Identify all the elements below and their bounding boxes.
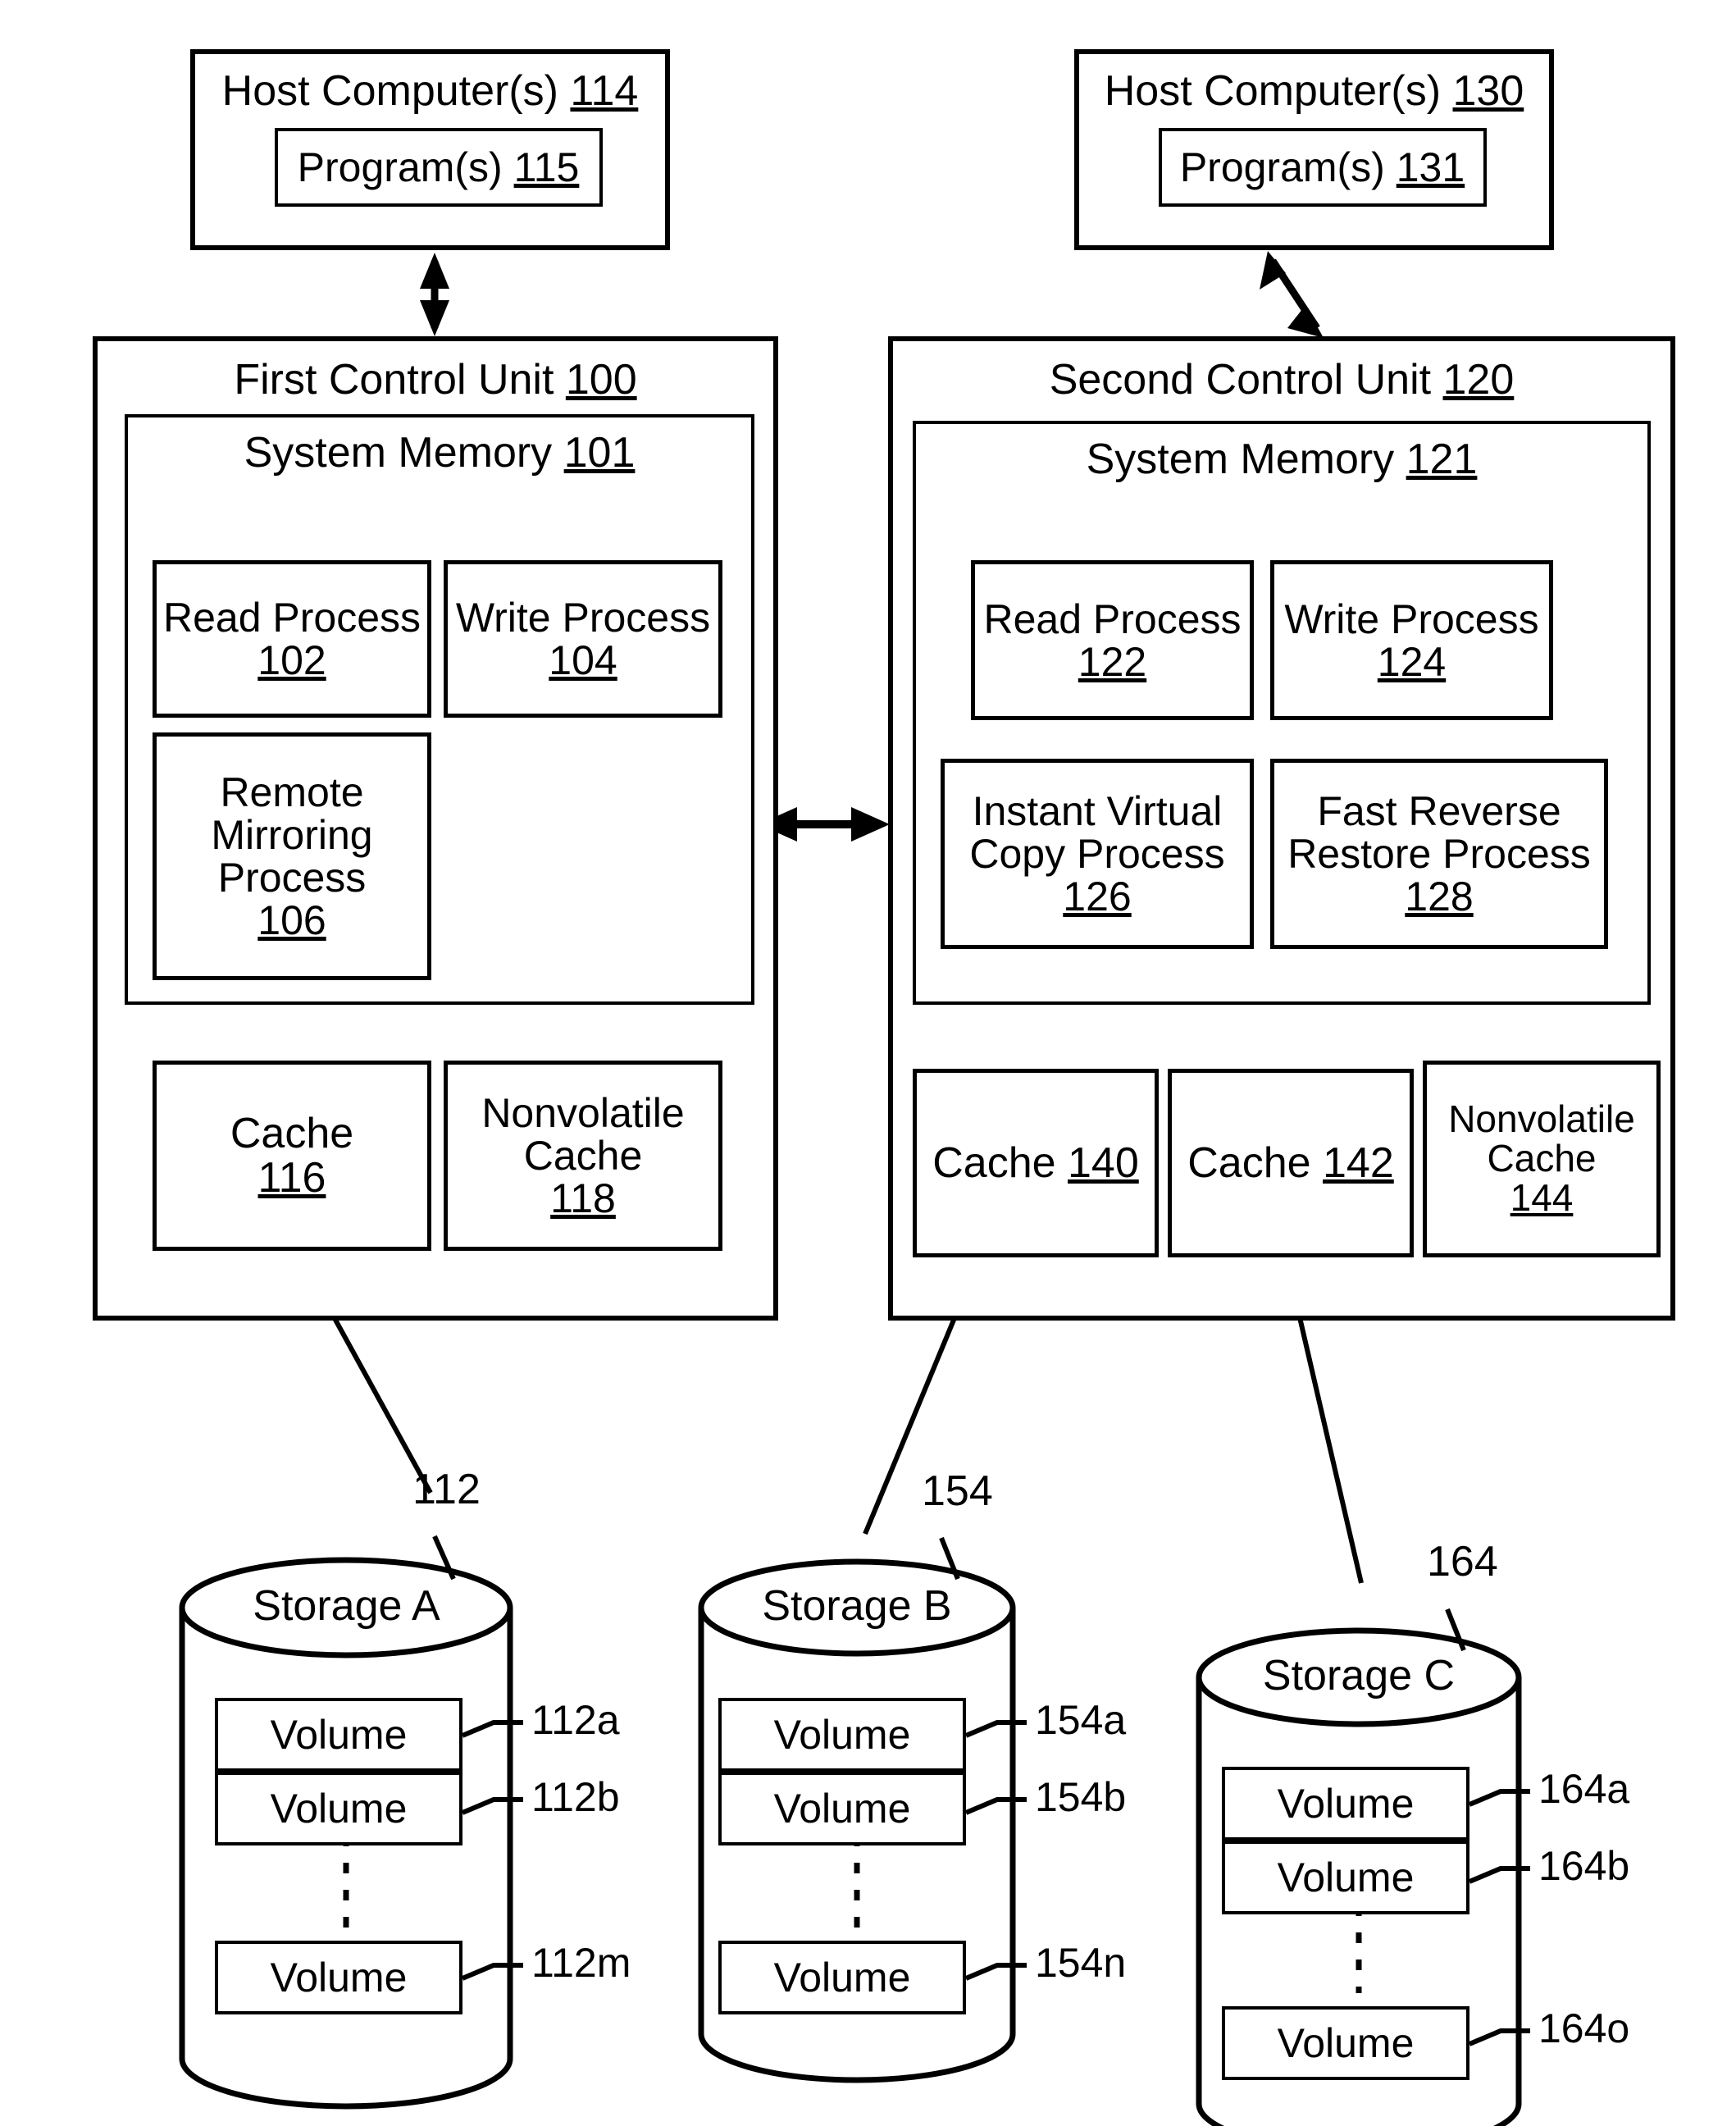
cache-116-label: Cache	[230, 1109, 354, 1157]
nonvolatile-cache-144-ref: 144	[1510, 1175, 1574, 1219]
program-left-box: Program(s) 115	[274, 128, 603, 208]
instant-virtual-copy-process-126-box: Instant Virtual Copy Process 126	[941, 759, 1254, 949]
fast-reverse-restore-line1: Fast Reverse	[1317, 788, 1561, 834]
cache-116-box: Cache 116	[153, 1061, 431, 1251]
storage-a-volume-2-ref: 112b	[531, 1774, 620, 1820]
storage-c-volume-2: Volume	[1222, 1841, 1469, 1914]
storage-c-volume-1-ref: 164a	[1538, 1766, 1630, 1812]
storage-a-volume-2: Volume	[215, 1772, 462, 1845]
storage-a-volume-1: Volume	[215, 1698, 462, 1772]
remote-mirroring-line1: Remote	[220, 769, 364, 815]
storage-a-volume-last: Volume	[215, 1941, 462, 2014]
remote-mirroring-process-106-ref: 106	[257, 897, 326, 943]
nonvolatile-cache-118-line1: Nonvolatile	[481, 1090, 685, 1136]
instant-virtual-copy-line1: Instant Virtual	[972, 788, 1223, 834]
host-left-title: Host Computer(s) 114	[221, 67, 639, 115]
remote-mirroring-line2: Mirroring	[211, 812, 373, 858]
storage-b-volume-2-ref: 154b	[1035, 1774, 1127, 1820]
read-process-122-ref: 122	[1078, 638, 1147, 685]
read-process-102-ref: 102	[257, 637, 326, 683]
storage-a-label: Storage A	[253, 1582, 440, 1630]
nonvolatile-cache-144-box: Nonvolatile Cache 144	[1423, 1061, 1661, 1257]
remote-mirroring-process-106-box: Remote Mirroring Process 106	[153, 732, 431, 980]
cache-140-label: Cache 140	[932, 1138, 1139, 1187]
read-process-102-label: Read Process	[162, 595, 421, 641]
storage-c-label: Storage C	[1262, 1652, 1456, 1699]
storage-a-ref: 112	[412, 1466, 481, 1513]
cache-116-ref: 116	[257, 1154, 326, 1202]
host-computer-right-box: Host Computer(s) 130 Program(s) 131	[1074, 49, 1554, 250]
cache-142-box: Cache 142	[1168, 1069, 1414, 1257]
storage-c-volume-last-ref: 164o	[1538, 2005, 1630, 2051]
arrow-cu1-to-cu2	[759, 807, 890, 842]
fast-reverse-restore-line2: Restore Process	[1287, 831, 1591, 877]
storage-a-volume-last-ref: 112m	[531, 1940, 631, 1986]
write-process-124-box: Write Process 124	[1270, 560, 1553, 720]
read-process-102-box: Read Process 102	[153, 560, 431, 718]
remote-mirroring-line3: Process	[217, 855, 367, 901]
write-process-104-ref: 104	[549, 637, 617, 683]
nonvolatile-cache-144-line2: Cache	[1487, 1137, 1597, 1180]
system-memory-101-title: System Memory 101	[244, 429, 636, 477]
storage-b-volume-2: Volume	[718, 1772, 966, 1845]
read-process-122-box: Read Process 122	[971, 560, 1254, 720]
cache-142-label: Cache 142	[1187, 1138, 1394, 1187]
nonvolatile-cache-118-ref: 118	[550, 1175, 616, 1221]
storage-b-volume-1-ref: 154a	[1035, 1697, 1127, 1743]
program-right-label: Program(s) 131	[1179, 144, 1465, 191]
write-process-104-label: Write Process	[455, 595, 711, 641]
storage-b-ref: 154	[922, 1467, 993, 1515]
storage-c-ref: 164	[1427, 1538, 1498, 1585]
storage-c-volume-2-ref: 164b	[1538, 1843, 1630, 1889]
nonvolatile-cache-144-line1: Nonvolatile	[1448, 1097, 1635, 1141]
storage-b-volume-last-ref: 154n	[1035, 1940, 1127, 1986]
system-memory-121-title: System Memory 121	[1086, 436, 1478, 483]
fast-reverse-restore-process-128-ref: 128	[1405, 874, 1474, 919]
write-process-104-box: Write Process 104	[444, 560, 722, 718]
storage-a-volume-1-ref: 112a	[531, 1697, 620, 1743]
storage-c-volume-last: Volume	[1222, 2006, 1469, 2080]
storage-b-label: Storage B	[762, 1582, 952, 1630]
instant-virtual-copy-line2: Copy Process	[969, 831, 1225, 877]
storage-c-volume-1: Volume	[1222, 1767, 1469, 1841]
arrow-host-right-to-cu2	[1260, 251, 1324, 338]
nonvolatile-cache-118-line2: Cache	[523, 1133, 643, 1179]
write-process-124-ref: 124	[1377, 638, 1447, 685]
fast-reverse-restore-process-128-box: Fast Reverse Restore Process 128	[1270, 759, 1608, 949]
storage-b-volume-last: Volume	[718, 1941, 966, 2014]
second-control-unit-title: Second Control Unit 120	[1049, 356, 1515, 404]
nonvolatile-cache-118-box: Nonvolatile Cache 118	[444, 1061, 722, 1251]
arrow-host-left-to-cu1	[420, 253, 449, 336]
storage-b-volume-1: Volume	[718, 1698, 966, 1772]
program-right-box: Program(s) 131	[1158, 128, 1487, 208]
host-computer-left-box: Host Computer(s) 114 Program(s) 115	[190, 49, 670, 250]
program-left-label: Program(s) 115	[297, 144, 580, 191]
first-control-unit-title: First Control Unit 100	[234, 356, 637, 404]
patent-figure-page: Host Computer(s) 114 Program(s) 115 Host…	[0, 0, 1736, 2126]
write-process-124-label: Write Process	[1284, 595, 1539, 642]
instant-virtual-copy-process-126-ref: 126	[1063, 874, 1132, 919]
read-process-122-label: Read Process	[983, 595, 1242, 642]
cache-140-box: Cache 140	[913, 1069, 1159, 1257]
host-right-title: Host Computer(s) 130	[1104, 67, 1524, 115]
